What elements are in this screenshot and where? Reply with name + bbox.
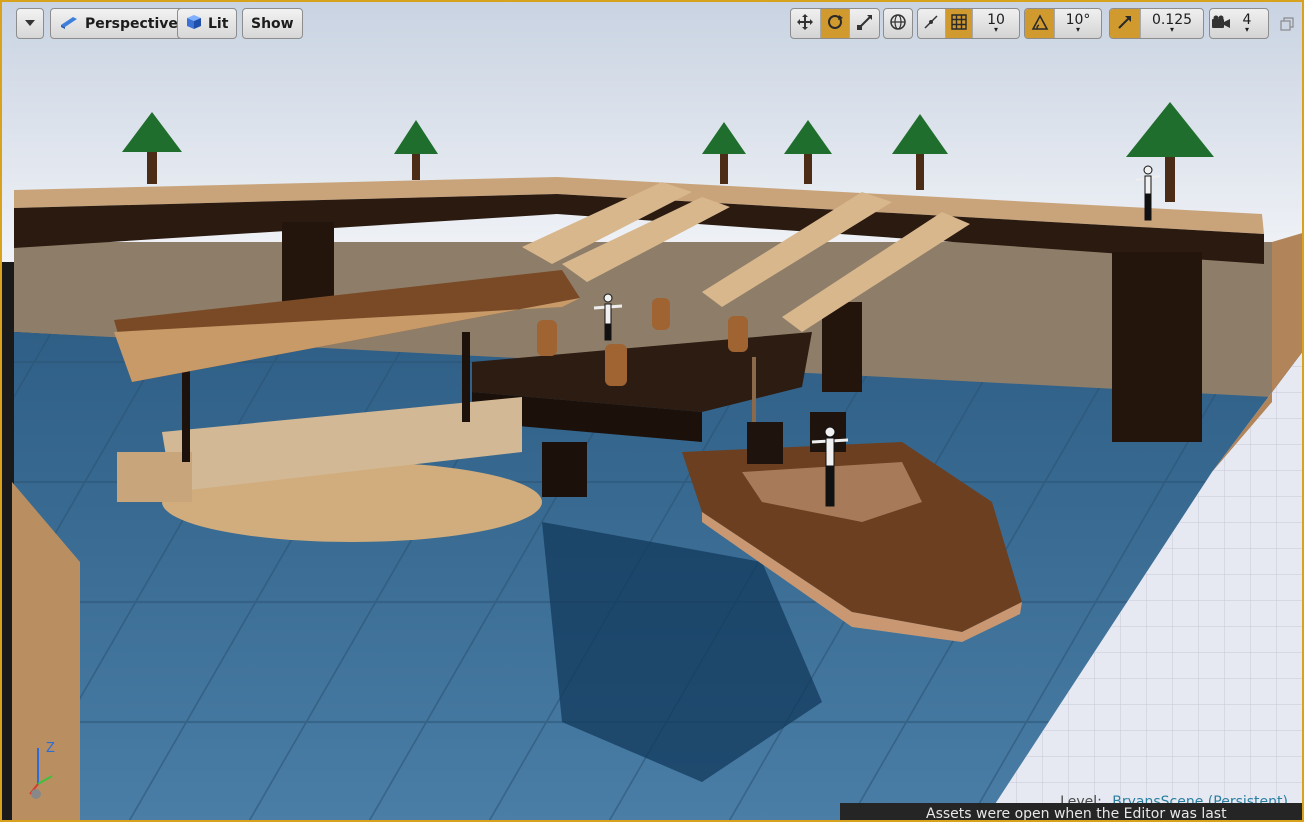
camera-speed-group[interactable]: 4 ▾: [1209, 8, 1269, 39]
scale-arrow-icon: [1117, 14, 1133, 34]
view-mode-label: Perspective: [85, 15, 178, 32]
dropdown-caret-icon: ▾: [993, 25, 998, 34]
grid-snap-group: 10 ▾: [917, 8, 1020, 39]
scale-icon: [856, 13, 874, 35]
lighting-mode-button[interactable]: Lit: [177, 8, 238, 39]
scale-snap-group: 0.125 ▾: [1109, 8, 1204, 39]
level-viewport[interactable]: Perspective Lit Show 10 ▾ 10° ▾ 0.125 ▾ …: [0, 0, 1304, 822]
surface-snap-icon: [922, 13, 940, 35]
coordinate-space-toggle[interactable]: [883, 8, 913, 39]
grid-icon: [951, 13, 967, 34]
notification-text: Assets were open when the Editor was las…: [926, 806, 1227, 820]
perspective-icon: [59, 15, 79, 33]
rotation-snap-value-dropdown[interactable]: 10° ▾: [1055, 9, 1101, 38]
rotate-icon: [826, 13, 844, 35]
dropdown-caret-icon: ▾: [1244, 25, 1249, 34]
dropdown-caret-icon: ▾: [1169, 25, 1174, 34]
camera-speed-button[interactable]: [1210, 9, 1232, 38]
move-arrows-icon: [796, 13, 814, 35]
scale-tool[interactable]: [850, 9, 879, 38]
scale-snap-toggle[interactable]: [1110, 9, 1141, 38]
viewport-options-button[interactable]: [16, 8, 44, 39]
show-button[interactable]: Show: [242, 8, 303, 39]
lighting-mode-label: Lit: [208, 15, 229, 32]
grid-snap-value-dropdown[interactable]: 10 ▾: [973, 9, 1019, 38]
chevron-down-icon: [25, 16, 35, 32]
translate-tool[interactable]: [791, 9, 821, 38]
angle-icon: [1031, 13, 1049, 34]
transform-tools: [790, 8, 880, 39]
camera-icon: [1211, 14, 1231, 33]
view-mode-button[interactable]: Perspective: [50, 8, 187, 39]
axis-gizmo: Z: [22, 740, 68, 800]
rotation-snap-toggle[interactable]: [1025, 9, 1055, 38]
restore-window-icon: [1280, 16, 1294, 35]
scene-render[interactable]: [2, 2, 1304, 822]
camera-speed-value-dropdown[interactable]: 4 ▾: [1232, 9, 1268, 38]
maximize-viewport-button[interactable]: [1280, 16, 1294, 31]
show-label: Show: [251, 15, 294, 32]
notification-toast[interactable]: Assets were open when the Editor was las…: [840, 803, 1302, 820]
grid-snap-toggle[interactable]: [945, 9, 973, 38]
rotate-tool[interactable]: [820, 9, 851, 38]
rotation-snap-group: 10° ▾: [1024, 8, 1102, 39]
z-axis-label: Z: [46, 741, 55, 756]
globe-icon: [889, 13, 907, 35]
lit-cube-icon: [186, 14, 202, 34]
world-space-button[interactable]: [884, 9, 912, 38]
dropdown-caret-icon: ▾: [1075, 25, 1080, 34]
scale-snap-value-dropdown[interactable]: 0.125 ▾: [1141, 9, 1203, 38]
surface-snap-button[interactable]: [918, 9, 946, 38]
